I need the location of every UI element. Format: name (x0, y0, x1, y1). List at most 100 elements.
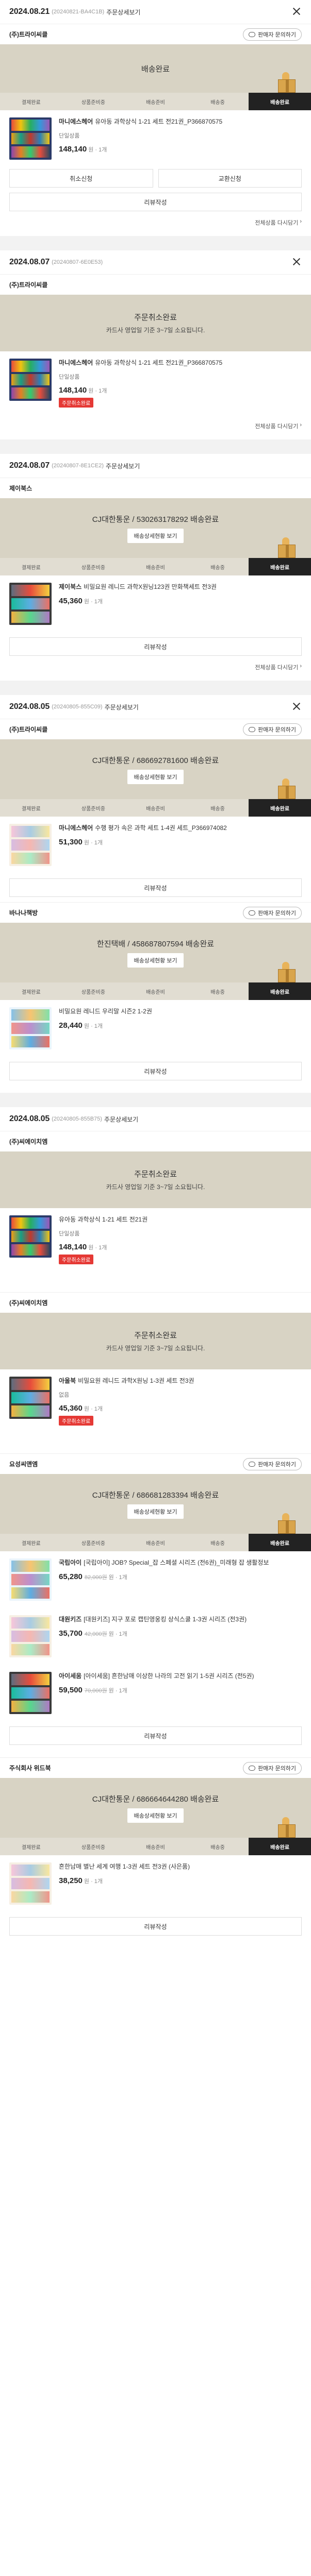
step-delivered: 배송완료 (249, 982, 311, 1000)
contact-seller-button[interactable]: 판매자 문의하기 (243, 723, 302, 736)
reorder-all-link[interactable]: 전체상품 다시담기 › (0, 211, 311, 236)
reorder-all-link[interactable]: 전체상품 다시담기 › (0, 415, 311, 439)
product-thumbnail[interactable] (9, 1215, 52, 1258)
cancel-status-panel: 주문취소완료 카드사 영업일 기준 3~7일 소요됩니다. (0, 1151, 311, 1208)
cancel-request-button[interactable]: 취소신청 (9, 169, 153, 188)
order-detail-link[interactable]: 주문상세보기 (106, 462, 140, 470)
order-item[interactable]: 대원키즈 [대원키즈] 지구 포로 캡틴영웅킹 상식스쿨 1-3권 시리즈 (전3… (0, 1608, 311, 1665)
product-thumbnail[interactable] (9, 1615, 52, 1657)
delivery-status-title: CJ대한통운 / 686692781600 배송완료 (92, 756, 219, 765)
product-thumbnail[interactable] (9, 1862, 52, 1905)
product-name[interactable]: 유아동 과학상식 1-21 세트 전21권_P366870575 (95, 359, 222, 366)
delivery-box-icon (276, 72, 299, 93)
cancel-complete-badge: 주문취소완료 (59, 1255, 94, 1264)
product-thumbnail[interactable] (9, 583, 52, 625)
delivery-box-icon (276, 1513, 299, 1534)
product-thumbnail[interactable] (9, 1672, 52, 1714)
order-item[interactable]: 마니에스헤어 수행 평가 속은 과학 세트 1-4권 세트_P366974082 … (0, 817, 311, 873)
product-thumbnail[interactable] (9, 117, 52, 160)
product-price: 28,440 (59, 1021, 83, 1030)
order-item[interactable]: 아이세움 [아이세움] 흔한남매 이상한 나라의 고전 읽기 1-5권 시리즈 (… (0, 1665, 311, 1721)
track-delivery-button[interactable]: 배송상세현황 보기 (127, 953, 184, 968)
product-name[interactable]: 유아동 과학상식 1-21 세트 전21권_P366870575 (95, 118, 222, 125)
order-card: 2024.08.05 (20240805-855C09) 주문상세보기 (주)트… (0, 695, 311, 1093)
product-thumbnail[interactable] (9, 824, 52, 866)
write-review-button[interactable]: 리뷰작성 (9, 1917, 302, 1936)
original-price: 70,000원 (84, 1688, 107, 1694)
order-item[interactable]: 아울북 비밀요원 레니드 과학X원닝 1-3권 세트 전3권 없음 45,360 원… (0, 1369, 311, 1433)
order-item[interactable]: 국립아이 [국립아이] JOB? Special_잡 스페셜 시리즈 (전6권)_… (0, 1551, 311, 1608)
product-price: 38,250 (59, 1876, 83, 1885)
contact-seller-button[interactable]: 판매자 문의하기 (243, 907, 302, 919)
product-name[interactable]: 흔한남매 별난 세계 여행 1-3권 세트 전3권 (사은품) (59, 1863, 190, 1870)
contact-seller-label: 판매자 문의하기 (258, 1462, 296, 1468)
track-delivery-button[interactable]: 배송상세현황 보기 (127, 1808, 184, 1823)
order-detail-link[interactable]: 주문상세보기 (105, 703, 139, 711)
delivery-status-panel: CJ대한통운 / 686692781600 배송완료 배송상세현황 보기 결제완… (0, 739, 311, 817)
contact-seller-button[interactable]: 판매자 문의하기 (243, 28, 302, 41)
step-preparing: 상품준비중 (81, 565, 105, 571)
product-name[interactable]: 비밀요원 레니드 우리말 시즌2 1-2권 (59, 1008, 152, 1015)
order-item[interactable]: 제이북스 비밀요원 레니드 과학X원닝123권 만화책세트 전3권 45,360 원… (0, 575, 311, 632)
seller-name: 바나나책방 (9, 909, 38, 917)
product-name[interactable]: 유아동 과학상식 1-21 세트 전21권 (59, 1216, 148, 1223)
order-number: (20240821-BA4C1B) (52, 9, 105, 15)
seller-row: 제이북스 (0, 478, 311, 498)
seller-name: 요성씨앤엠 (9, 1461, 38, 1468)
track-delivery-button[interactable]: 배송상세현황 보기 (127, 528, 184, 543)
close-icon[interactable] (291, 6, 302, 16)
write-review-button[interactable]: 리뷰작성 (9, 637, 302, 656)
seller-name: 주식회사 위드북 (9, 1765, 51, 1772)
product-thumbnail[interactable] (9, 1558, 52, 1601)
chat-icon (249, 727, 256, 732)
product-name[interactable]: [국립아이] JOB? Special_잡 스페셜 시리즈 (전6권)_미래형 … (84, 1559, 269, 1566)
product-thumbnail[interactable] (9, 1377, 52, 1419)
product-name[interactable]: [대원키즈] 지구 포로 캡틴영웅킹 상식스쿨 1-3권 시리즈 (전3권) (84, 1616, 247, 1623)
close-icon[interactable] (291, 701, 302, 711)
delivery-status-panel: CJ대한통운 / 686664644280 배송완료 배송상세현황 보기 결제완… (0, 1778, 311, 1855)
step-shipping: 배송중 (210, 565, 225, 571)
reorder-all-link[interactable]: 전체상품 다시담기 › (0, 656, 311, 681)
step-shipping: 배송중 (210, 1540, 225, 1547)
order-item[interactable]: 마니에스헤어 유아동 과학상식 1-21 세트 전21권_P366870575 단… (0, 351, 311, 415)
step-shipping: 배송중 (210, 806, 225, 812)
original-price: 42,000원 (84, 1631, 107, 1637)
write-review-button[interactable]: 리뷰작성 (9, 1062, 302, 1080)
order-card: 2024.08.05 (20240805-855B75) 주문상세보기 (주)씨… (0, 1107, 311, 1946)
delivery-status-title: 한진택배 / 458687807594 배송완료 (96, 939, 215, 948)
order-detail-link[interactable]: 주문상세보기 (104, 1115, 138, 1124)
product-price: 59,500 (59, 1686, 83, 1694)
chat-icon (249, 910, 256, 916)
contact-seller-button[interactable]: 판매자 문의하기 (243, 1762, 302, 1774)
product-qty: 원 · 1개 (84, 599, 103, 605)
product-brand: 마니에스헤어 (59, 824, 93, 832)
write-review-button[interactable]: 리뷰작성 (9, 878, 302, 897)
product-name[interactable]: 비밀요원 레니드 과학X원닝 1-3권 세트 전3권 (78, 1377, 194, 1384)
order-item[interactable]: 유아동 과학상식 1-21 세트 전21권 단일상품 148,140 원 · 1개… (0, 1208, 311, 1272)
write-review-button[interactable]: 리뷰작성 (9, 1726, 302, 1745)
order-date: 2024.08.05 (9, 1114, 50, 1123)
cancel-status-sub: 카드사 영업일 기준 3~7일 소요됩니다. (106, 1183, 205, 1191)
contact-seller-label: 판매자 문의하기 (258, 727, 296, 733)
delivery-status-panel: 배송완료 결제완료 상품준비중 배송준비 배송중 배송완료 (0, 44, 311, 110)
close-icon[interactable] (291, 257, 302, 267)
product-thumbnail[interactable] (9, 359, 52, 401)
order-item[interactable]: 비밀요원 레니드 우리말 시즌2 1-2권 28,440 원 · 1개 (0, 1000, 311, 1057)
product-name[interactable]: 수행 평가 속은 과학 세트 1-4권 세트_P366974082 (95, 824, 227, 832)
contact-seller-label: 판매자 문의하기 (258, 910, 296, 917)
track-delivery-button[interactable]: 배송상세현황 보기 (127, 769, 184, 784)
product-thumbnail[interactable] (9, 1007, 52, 1049)
order-item[interactable]: 흔한남매 별난 세계 여행 1-3권 세트 전3권 (사은품) 38,250 원 … (0, 1855, 311, 1912)
track-delivery-button[interactable]: 배송상세현황 보기 (127, 1504, 184, 1519)
product-price: 35,700 (59, 1629, 83, 1638)
write-review-button[interactable]: 리뷰작성 (9, 193, 302, 211)
exchange-request-button[interactable]: 교환신청 (158, 169, 302, 188)
product-brand: 대원키즈 (59, 1616, 82, 1623)
contact-seller-button[interactable]: 판매자 문의하기 (243, 1458, 302, 1470)
order-detail-link[interactable]: 주문상세보기 (106, 8, 140, 16)
product-name[interactable]: [아이세움] 흔한남매 이상한 나라의 고전 읽기 1-5권 시리즈 (전5권) (84, 1672, 254, 1680)
product-name[interactable]: 비밀요원 레니드 과학X원닝123권 만화책세트 전3권 (84, 583, 217, 590)
order-item[interactable]: 마니에스헤어 유아동 과학상식 1-21 세트 전21권_P366870575 단… (0, 110, 311, 167)
delivery-status-panel: CJ대한통운 / 530263178292 배송완료 배송상세현황 보기 결제완… (0, 498, 311, 575)
seller-row: 바나나책방 판매자 문의하기 (0, 902, 311, 923)
